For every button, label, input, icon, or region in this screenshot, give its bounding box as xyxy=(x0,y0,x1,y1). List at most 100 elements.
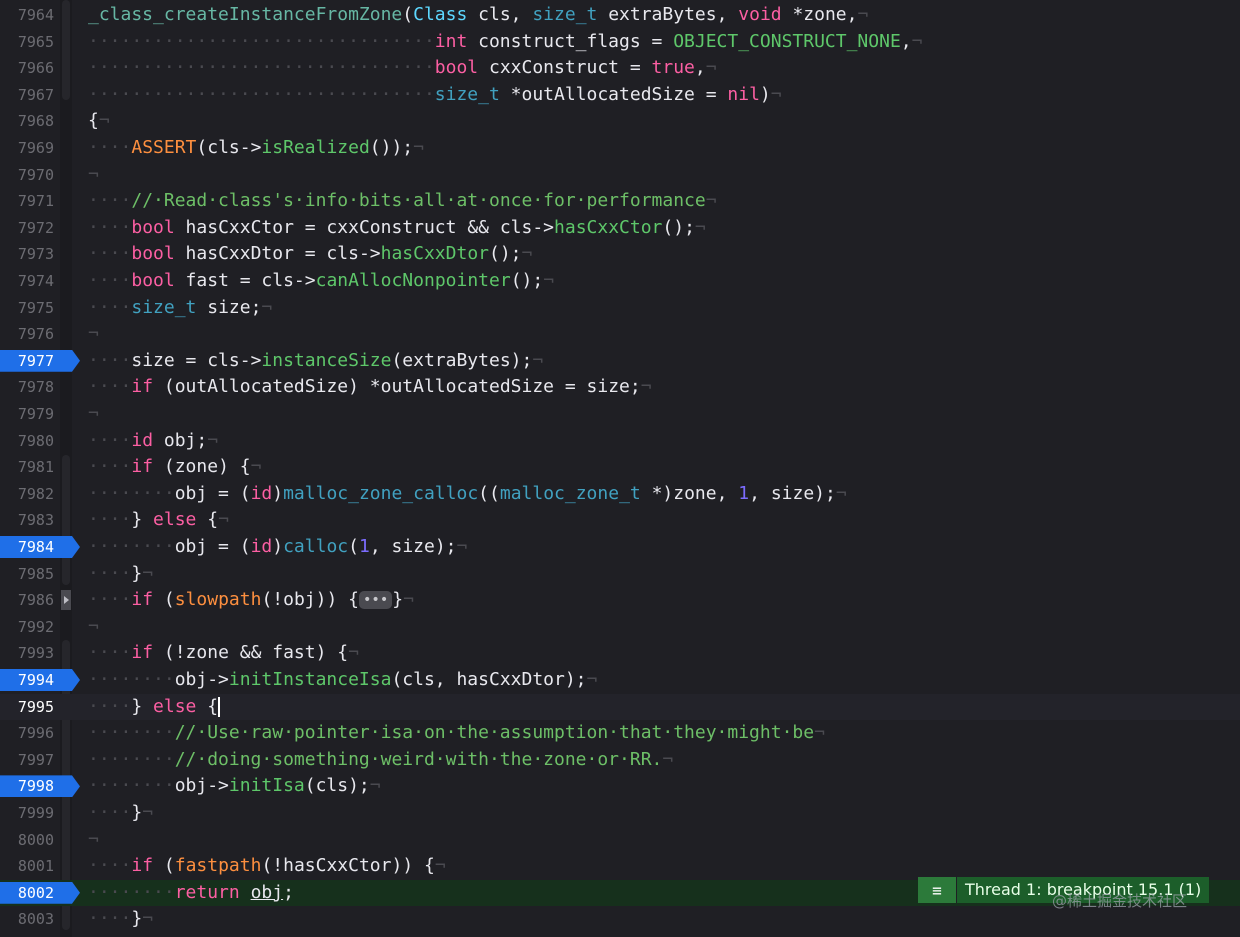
code-text[interactable]: ································int cons… xyxy=(88,29,922,56)
line-number[interactable]: 8001 xyxy=(0,853,54,880)
line-number[interactable]: 7974 xyxy=(0,268,54,295)
code-line[interactable]: 7974 ····bool fast = cls->canAllocNonpoin… xyxy=(0,268,1240,295)
line-number[interactable]: 7984 xyxy=(0,534,54,561)
line-number[interactable]: 7999 xyxy=(0,800,54,827)
line-number[interactable]: 7972 xyxy=(0,215,54,242)
code-text[interactable]: ····ASSERT(cls->isRealized());¬ xyxy=(88,135,424,162)
code-text[interactable]: {¬ xyxy=(88,108,110,135)
line-number[interactable]: 8000 xyxy=(0,827,54,854)
code-line[interactable]: 7993 ····if (!zone && fast) {¬ xyxy=(0,640,1240,667)
code-line[interactable]: 7979 ¬ xyxy=(0,401,1240,428)
code-line[interactable]: 7992 ¬ xyxy=(0,614,1240,641)
code-line[interactable]: 7976 ¬ xyxy=(0,321,1240,348)
code-text[interactable]: ········obj = (id)calloc(1, size);¬ xyxy=(88,534,467,561)
code-text[interactable]: ········return obj; xyxy=(88,880,294,907)
line-number[interactable]: 7996 xyxy=(0,720,54,747)
code-line[interactable]: 7999 ····}¬ xyxy=(0,800,1240,827)
code-line[interactable]: 7982 ········obj = (id)malloc_zone_calloc… xyxy=(0,481,1240,508)
code-text[interactable]: ····if (slowpath(!obj)) {•••}¬ xyxy=(88,587,414,614)
code-line[interactable]: 7983 ····} else {¬ xyxy=(0,507,1240,534)
code-text[interactable]: ····if (fastpath(!hasCxxCtor)) {¬ xyxy=(88,853,446,880)
code-line[interactable]: 7985 ····}¬ xyxy=(0,561,1240,588)
code-text[interactable]: ¬ xyxy=(88,321,99,348)
line-number[interactable]: 7981 xyxy=(0,454,54,481)
code-line[interactable]: 7975 ····size_t size;¬ xyxy=(0,295,1240,322)
code-line[interactable]: 7971 ····//·Read·class's·info·bits·all·at… xyxy=(0,188,1240,215)
line-number[interactable]: 7997 xyxy=(0,747,54,774)
code-text[interactable]: ····size_t size;¬ xyxy=(88,295,272,322)
code-text[interactable]: ····}¬ xyxy=(88,906,153,933)
code-line[interactable]: 7964 _class_createInstanceFromZone(Class … xyxy=(0,2,1240,29)
code-line[interactable]: 7970 ¬ xyxy=(0,162,1240,189)
code-line[interactable]: 7981 ····if (zone) {¬ xyxy=(0,454,1240,481)
code-line[interactable]: 7972 ····bool hasCxxCtor = cxxConstruct &… xyxy=(0,215,1240,242)
code-text[interactable]: _class_createInstanceFromZone(Class cls,… xyxy=(88,2,868,29)
line-number[interactable]: 7995 xyxy=(0,694,54,721)
code-text[interactable]: ········//·doing·something·weird·with·th… xyxy=(88,747,673,774)
code-text[interactable]: ····} else {¬ xyxy=(88,507,229,534)
code-line[interactable]: 7978 ····if (outAllocatedSize) *outAlloca… xyxy=(0,374,1240,401)
menu-icon[interactable]: ≡ xyxy=(918,877,957,903)
code-line[interactable]: 7984 ········obj = (id)calloc(1, size);¬ xyxy=(0,534,1240,561)
line-number[interactable]: 7973 xyxy=(0,241,54,268)
code-line[interactable]: 7980 ····id obj;¬ xyxy=(0,428,1240,455)
line-number[interactable]: 7982 xyxy=(0,481,54,508)
code-line[interactable]: 7967 ································size… xyxy=(0,82,1240,109)
line-number[interactable]: 8002 xyxy=(0,880,54,907)
line-number[interactable]: 7964 xyxy=(0,2,54,29)
line-number[interactable]: 7969 xyxy=(0,135,54,162)
code-text[interactable]: ····id obj;¬ xyxy=(88,428,218,455)
code-text[interactable]: ····if (!zone && fast) {¬ xyxy=(88,640,359,667)
code-line[interactable]: 7977 ····size = cls->instanceSize(extraBy… xyxy=(0,348,1240,375)
code-line[interactable]: 7973 ····bool hasCxxDtor = cls->hasCxxDto… xyxy=(0,241,1240,268)
code-text[interactable]: ····size = cls->instanceSize(extraBytes)… xyxy=(88,348,543,375)
code-text[interactable]: ································bool cxx… xyxy=(88,55,717,82)
code-text[interactable]: ········obj->initIsa(cls);¬ xyxy=(88,773,381,800)
code-text[interactable]: ····bool hasCxxCtor = cxxConstruct && cl… xyxy=(88,215,706,242)
line-number[interactable]: 7980 xyxy=(0,428,54,455)
line-number[interactable]: 7977 xyxy=(0,348,54,375)
code-line[interactable]: 7995 ····} else { xyxy=(0,693,1240,721)
code-line[interactable]: 7968 {¬ xyxy=(0,108,1240,135)
code-text[interactable]: ····}¬ xyxy=(88,561,153,588)
fold-toggle-icon[interactable] xyxy=(61,590,71,611)
code-line[interactable]: 7997 ········//·doing·something·weird·wit… xyxy=(0,747,1240,774)
line-number[interactable]: 7967 xyxy=(0,82,54,109)
line-number[interactable]: 7965 xyxy=(0,29,54,56)
code-line[interactable]: 7965 ································int … xyxy=(0,29,1240,56)
code-text[interactable]: ································size_t *… xyxy=(88,82,782,109)
code-text[interactable]: ········//·Use·raw·pointer·isa·on·the·as… xyxy=(88,720,825,747)
code-text[interactable]: ····}¬ xyxy=(88,800,153,827)
line-number[interactable]: 7998 xyxy=(0,773,54,800)
line-number[interactable]: 7978 xyxy=(0,374,54,401)
code-line[interactable]: 7986 ····if (slowpath(!obj)) {•••}¬ xyxy=(0,587,1240,614)
code-text[interactable]: ····if (outAllocatedSize) *outAllocatedS… xyxy=(88,374,652,401)
line-number[interactable]: 7994 xyxy=(0,667,54,694)
line-number[interactable]: 7986 xyxy=(0,587,54,614)
code-text[interactable]: ····} else { xyxy=(88,694,221,721)
code-line[interactable]: 8000 ¬ xyxy=(0,827,1240,854)
code-text[interactable]: ········obj->initInstanceIsa(cls, hasCxx… xyxy=(88,667,597,694)
line-number[interactable]: 7971 xyxy=(0,188,54,215)
code-line[interactable]: 7966 ································bool… xyxy=(0,55,1240,82)
line-number[interactable]: 7979 xyxy=(0,401,54,428)
code-line[interactable]: 7994 ········obj->initInstanceIsa(cls, ha… xyxy=(0,667,1240,694)
code-line[interactable]: 7998 ········obj->initIsa(cls);¬ xyxy=(0,773,1240,800)
code-text[interactable]: ····if (zone) {¬ xyxy=(88,454,261,481)
code-line[interactable]: 7996 ········//·Use·raw·pointer·isa·on·th… xyxy=(0,720,1240,747)
line-number[interactable]: 7966 xyxy=(0,55,54,82)
code-text[interactable]: ¬ xyxy=(88,614,99,641)
code-text[interactable]: ¬ xyxy=(88,401,99,428)
code-text[interactable]: ¬ xyxy=(88,162,99,189)
code-text[interactable]: ····bool hasCxxDtor = cls->hasCxxDtor();… xyxy=(88,241,532,268)
line-number[interactable]: 7993 xyxy=(0,640,54,667)
line-number[interactable]: 8003 xyxy=(0,906,54,933)
line-number[interactable]: 7992 xyxy=(0,614,54,641)
line-number[interactable]: 7970 xyxy=(0,162,54,189)
line-number[interactable]: 7983 xyxy=(0,507,54,534)
line-number[interactable]: 7975 xyxy=(0,295,54,322)
code-text[interactable]: ········obj = (id)malloc_zone_calloc((ma… xyxy=(88,481,847,508)
code-editor[interactable]: 7964 _class_createInstanceFromZone(Class … xyxy=(0,0,1240,937)
line-number[interactable]: 7985 xyxy=(0,561,54,588)
line-number[interactable]: 7976 xyxy=(0,321,54,348)
